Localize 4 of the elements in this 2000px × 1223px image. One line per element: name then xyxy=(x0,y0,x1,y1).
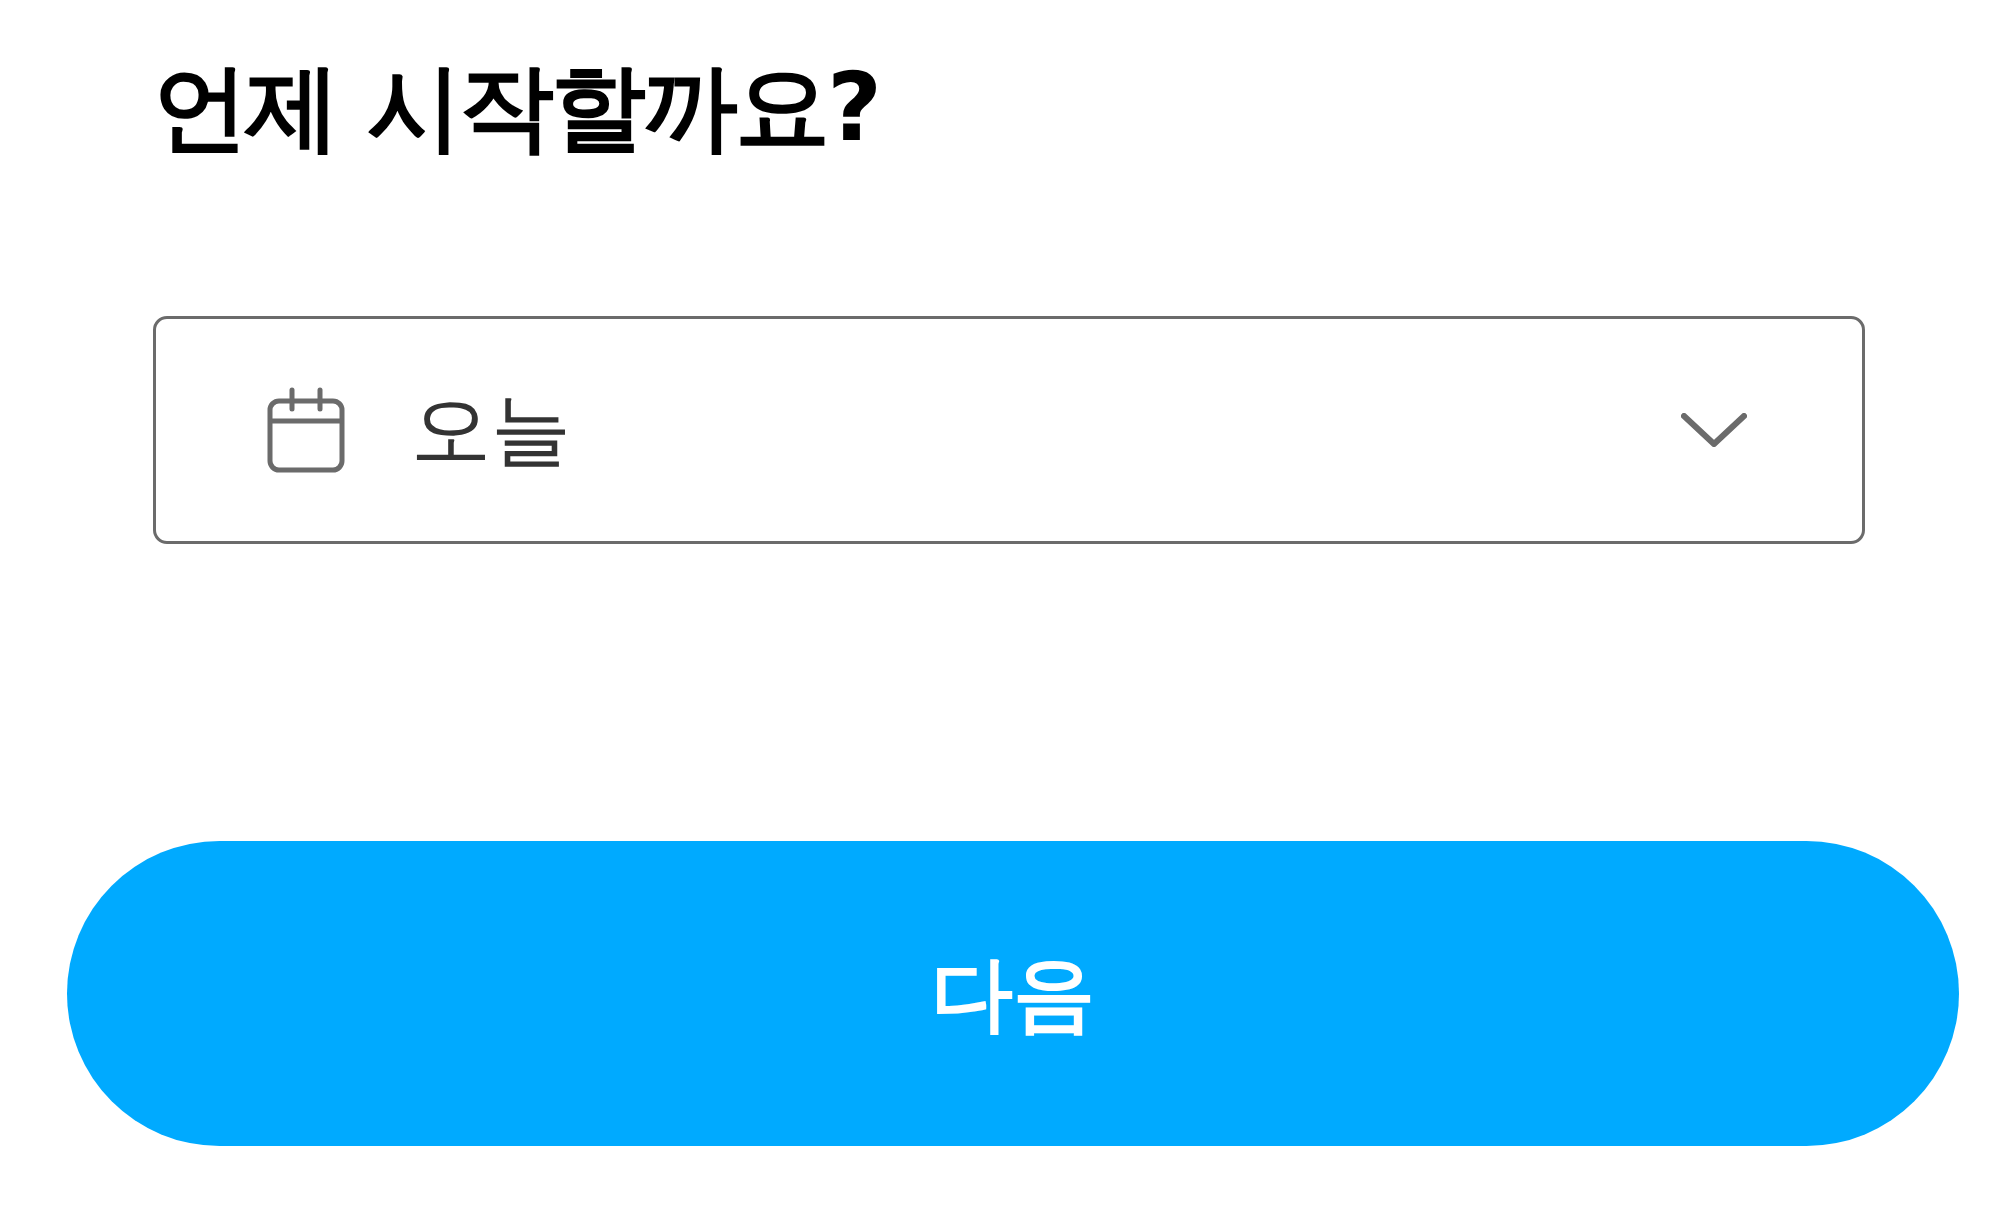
date-select[interactable]: 오늘 xyxy=(153,316,1865,544)
calendar-icon xyxy=(267,387,345,473)
chevron-down-icon xyxy=(1681,413,1747,447)
page-heading: 언제 시작할까요? xyxy=(153,51,880,164)
